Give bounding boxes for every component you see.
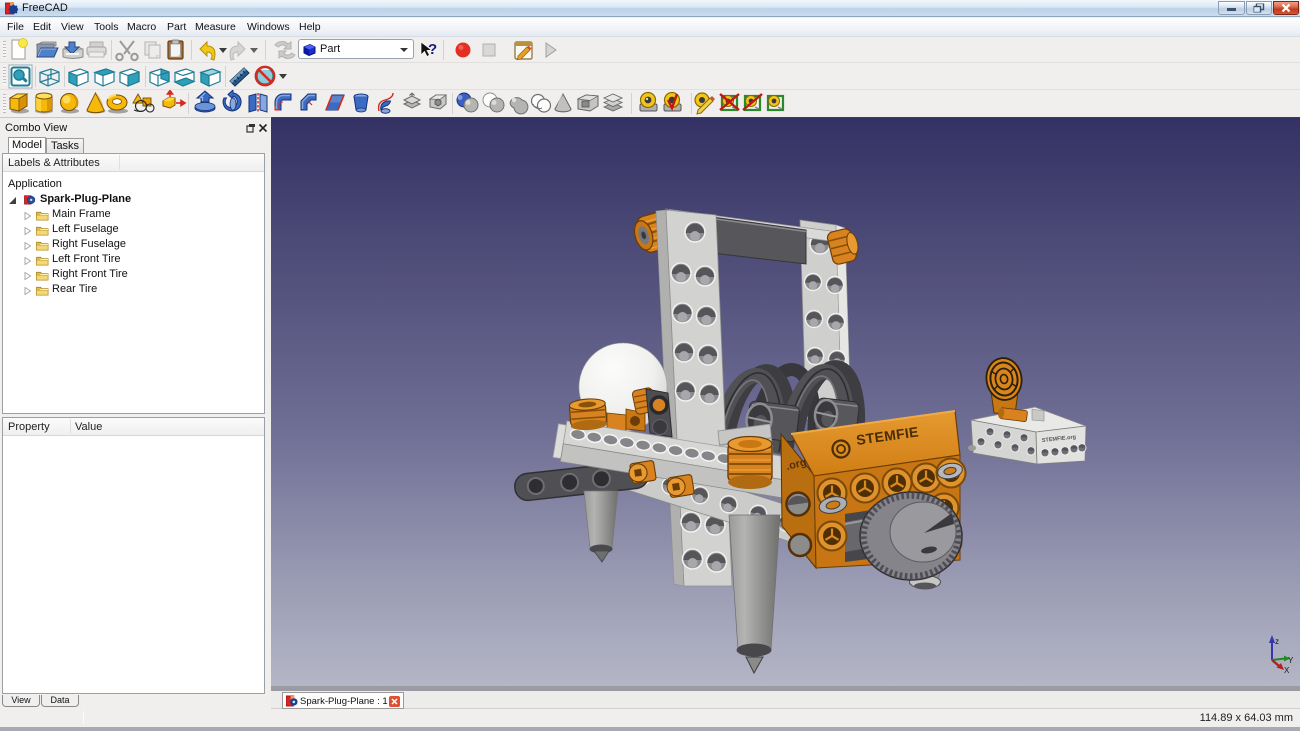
svg-text:Y: Y — [1288, 656, 1294, 665]
svg-text:z: z — [1275, 637, 1279, 646]
svg-text:?: ? — [428, 41, 437, 58]
svg-text:X: X — [1284, 666, 1290, 675]
